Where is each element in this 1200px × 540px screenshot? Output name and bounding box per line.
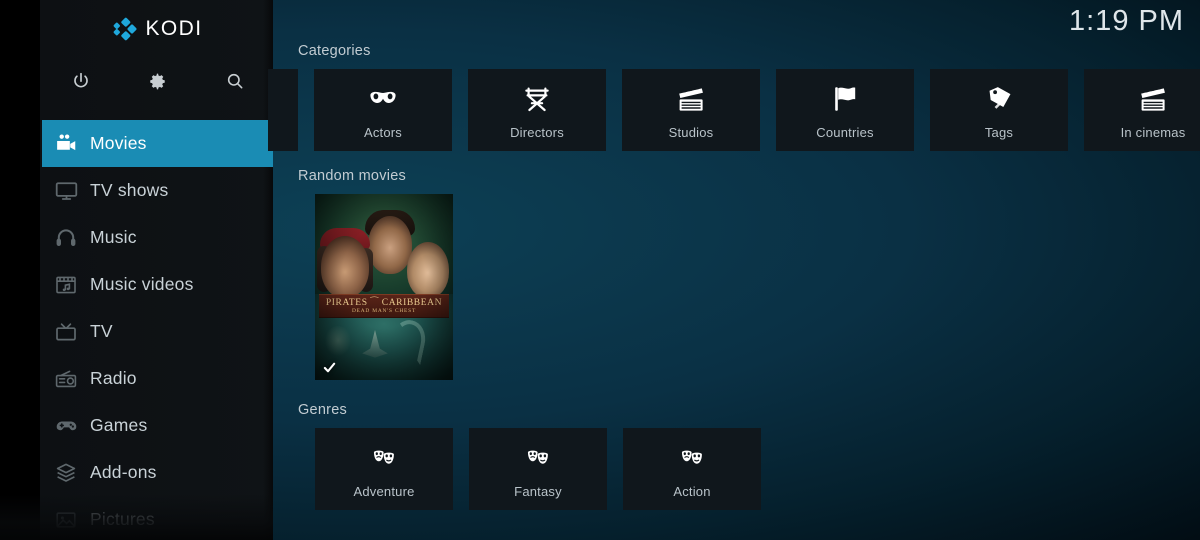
sidebar-item-music-videos[interactable]: Music videos [42,261,273,308]
sidebar-item-pictures[interactable]: Pictures [42,496,273,540]
genres-row: Adventure Fantasy Action [315,428,777,510]
sidebar: KODI Movies TV shows Music Music videos … [0,0,273,540]
sidebar-item-tv-shows[interactable]: TV shows [42,167,273,214]
sidebar-quick-actions [42,58,273,104]
theatre-masks-icon [372,439,396,477]
category-label: Actors [363,125,403,140]
picture-icon [42,508,90,532]
gamepad-icon [42,413,90,438]
app-title: KODI [145,17,203,40]
section-title-genres: Genres [298,402,348,418]
theatre-masks-icon [680,439,704,477]
genre-label: Fantasy [514,484,562,499]
sidebar-item-label: Pictures [90,509,155,529]
category-tile-partial[interactable] [268,69,298,151]
tag-icon [983,80,1015,118]
addon-box-icon [42,461,90,485]
category-tile-tags[interactable]: Tags [930,69,1068,151]
genre-tile-action[interactable]: Action [623,428,761,510]
categories-row: Actors Directors Studios Countries Tags … [268,69,1200,151]
settings-icon[interactable] [119,58,196,104]
sidebar-item-tv[interactable]: TV [42,308,273,355]
sidebar-item-radio[interactable]: Radio [42,355,273,402]
category-tile-in-cinemas[interactable]: In cinemas [1084,69,1200,151]
television-icon [42,178,90,203]
director-chair-icon [521,80,553,118]
sidebar-nav-list: Movies TV shows Music Music videos TV Ra… [0,120,273,540]
category-tile-studios[interactable]: Studios [622,69,760,151]
movie-camera-icon [42,131,90,156]
theatre-masks-icon [526,439,550,477]
retro-tv-icon [42,320,90,344]
genre-tile-adventure[interactable]: Adventure [315,428,453,510]
poster-vignette [315,194,453,380]
music-video-icon [42,273,90,297]
app-logo: KODI [42,11,273,47]
radio-icon [42,367,90,391]
category-label: Tags [984,125,1014,140]
main-content: Categories Actors Directors Studios Coun… [268,0,1200,540]
sidebar-item-label: Radio [90,368,137,388]
sidebar-item-label: Add-ons [90,462,157,482]
category-tile-countries[interactable]: Countries [776,69,914,151]
sidebar-item-label: Music [90,227,137,247]
category-label: In cinemas [1120,125,1186,140]
kodi-home-screen: KODI Movies TV shows Music Music videos … [0,0,1200,540]
clapperboard-icon [1137,80,1169,118]
search-icon[interactable] [196,58,273,104]
sidebar-item-games[interactable]: Games [42,402,273,449]
movie-poster-image: PIRATES ⁀ CARIBBEAN DEAD MAN'S CHEST [315,194,453,380]
headphones-icon [42,226,90,250]
check-icon [321,359,337,375]
section-title-random-movies: Random movies [298,168,407,184]
genre-tile-fantasy[interactable]: Fantasy [469,428,607,510]
sidebar-item-movies[interactable]: Movies [42,120,273,167]
kodi-logo-icon [113,17,137,41]
sidebar-item-label: TV shows [90,180,169,200]
category-tile-directors[interactable]: Directors [468,69,606,151]
mask-icon [367,80,399,118]
sidebar-item-label: Movies [90,133,147,153]
flag-icon [829,80,861,118]
movie-poster-tile[interactable]: PIRATES ⁀ CARIBBEAN DEAD MAN'S CHEST [315,194,453,380]
section-title-categories: Categories [298,43,371,59]
genre-label: Action [673,484,711,499]
sidebar-item-music[interactable]: Music [42,214,273,261]
sidebar-item-label: Music videos [90,274,194,294]
sidebar-item-label: TV [90,321,113,341]
category-tile-actors[interactable]: Actors [314,69,452,151]
power-icon[interactable] [42,58,119,104]
sidebar-item-add-ons[interactable]: Add-ons [42,449,273,496]
genre-label: Adventure [353,484,415,499]
category-label: Studios [668,125,714,140]
category-label: Countries [816,125,874,140]
sidebar-item-label: Games [90,415,148,435]
clapperboard-icon [675,80,707,118]
category-label: Directors [510,125,564,140]
